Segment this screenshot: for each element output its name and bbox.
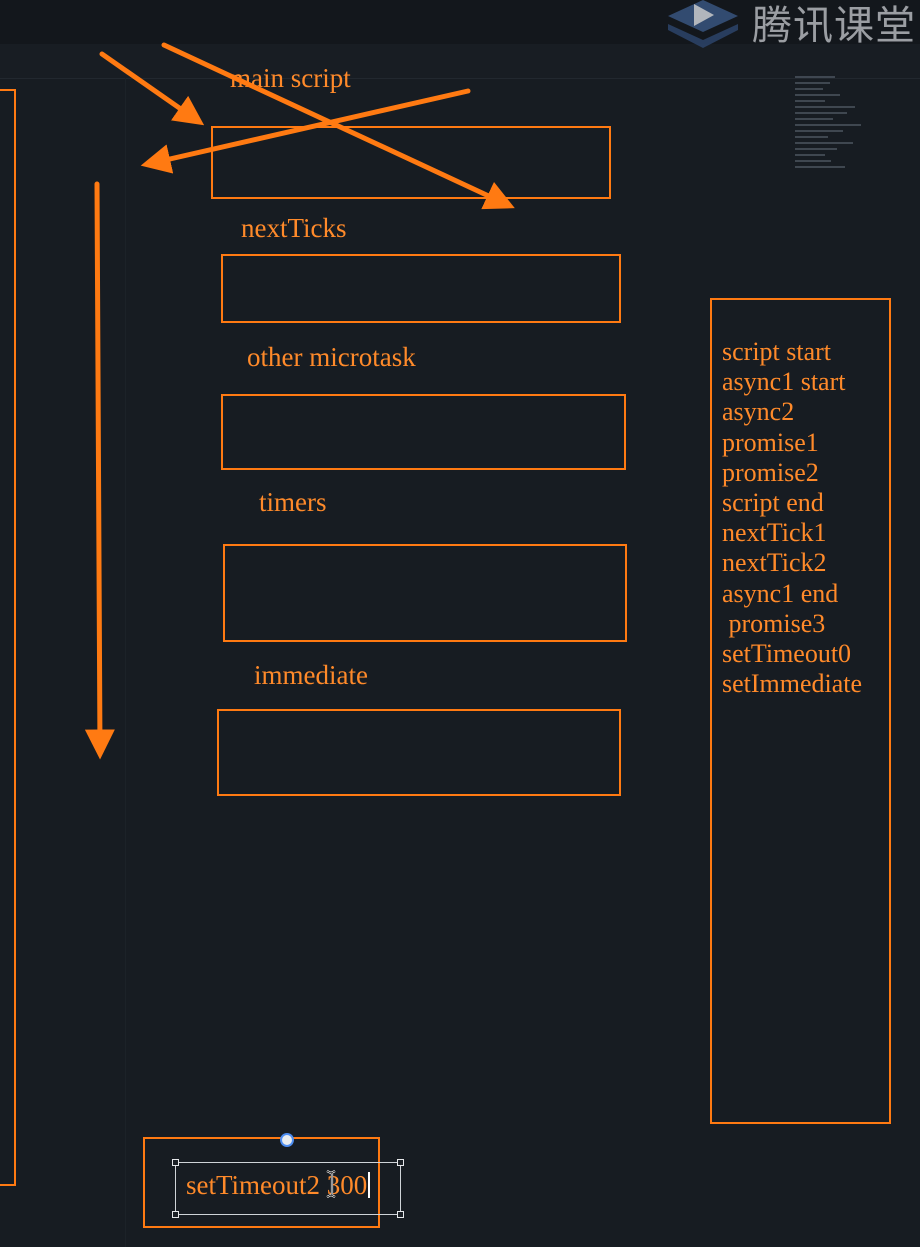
editing-text-field[interactable]: setTimeout2 300 bbox=[186, 1170, 371, 1200]
resize-handle-top-right[interactable] bbox=[397, 1159, 404, 1166]
editing-text-before: setTimeout2 bbox=[186, 1170, 321, 1200]
arrow-into-main-script bbox=[99, 51, 205, 126]
arrow-annotations bbox=[84, 42, 515, 760]
arrow-strike-through-left bbox=[140, 88, 471, 174]
arrow-strike-through-right bbox=[161, 42, 515, 210]
rotate-handle-icon[interactable] bbox=[280, 1133, 294, 1147]
resize-handle-bottom-right[interactable] bbox=[397, 1211, 404, 1218]
text-i-beam-cursor-icon bbox=[326, 1170, 336, 1198]
resize-handle-bottom-left[interactable] bbox=[172, 1211, 179, 1218]
resize-handle-top-left[interactable] bbox=[172, 1159, 179, 1166]
arrow-flow-down bbox=[84, 181, 115, 760]
whiteboard-canvas[interactable]: 腾讯课堂 main script nextTicks other microta… bbox=[0, 0, 920, 1247]
text-caret bbox=[368, 1172, 371, 1198]
